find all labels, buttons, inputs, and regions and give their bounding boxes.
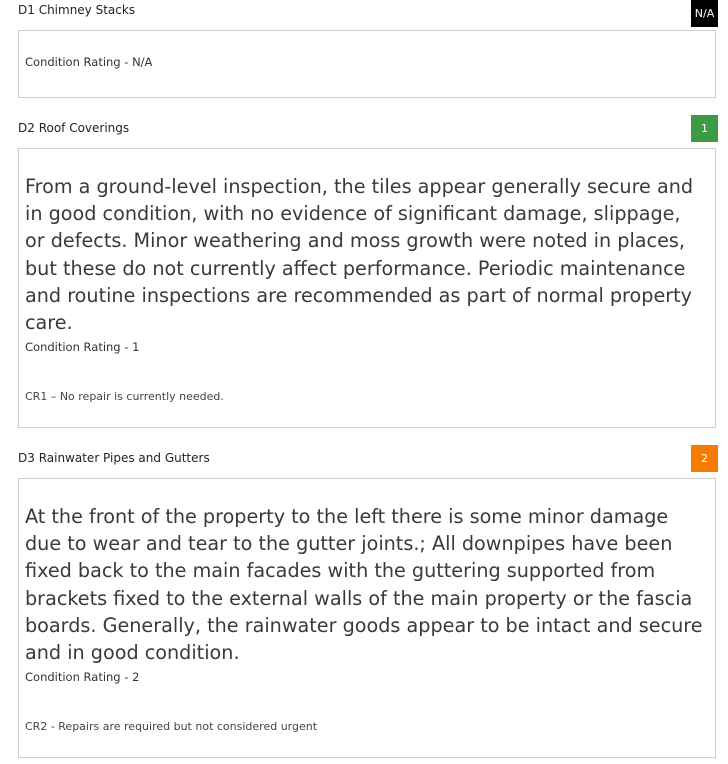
section-header-d3: D3 Rainwater Pipes and Gutters 2 (18, 445, 718, 472)
condition-note-d3: CR2 - Repairs are required but not consi… (25, 720, 318, 733)
section-body-d3: At the front of the property to the left… (25, 505, 703, 665)
section-body-d2: From a ground-level inspection, the tile… (25, 175, 694, 335)
condition-rating-label-d2: Condition Rating - 1 (25, 340, 140, 354)
section-header-d2: D2 Roof Coverings 1 (18, 115, 718, 142)
condition-note-d2: CR1 – No repair is currently needed. (25, 390, 224, 403)
condition-rating-label-d3: Condition Rating - 2 (25, 670, 140, 684)
section-panel-d2: From a ground-level inspection, the tile… (18, 148, 716, 428)
section-header-d1: D1 Chimney Stacks N/A (18, 0, 718, 27)
section-title-d2: D2 Roof Coverings (18, 121, 130, 135)
section-title-d1: D1 Chimney Stacks (18, 3, 136, 17)
condition-rating-label-d1: Condition Rating - N/A (25, 55, 153, 69)
section-title-d3: D3 Rainwater Pipes and Gutters (18, 451, 210, 465)
condition-badge-d1: N/A (691, 0, 718, 27)
condition-badge-d3: 2 (691, 445, 718, 472)
section-panel-d3: At the front of the property to the left… (18, 478, 716, 758)
section-panel-d1: Condition Rating - N/A (18, 30, 716, 98)
condition-badge-d2: 1 (691, 115, 718, 142)
